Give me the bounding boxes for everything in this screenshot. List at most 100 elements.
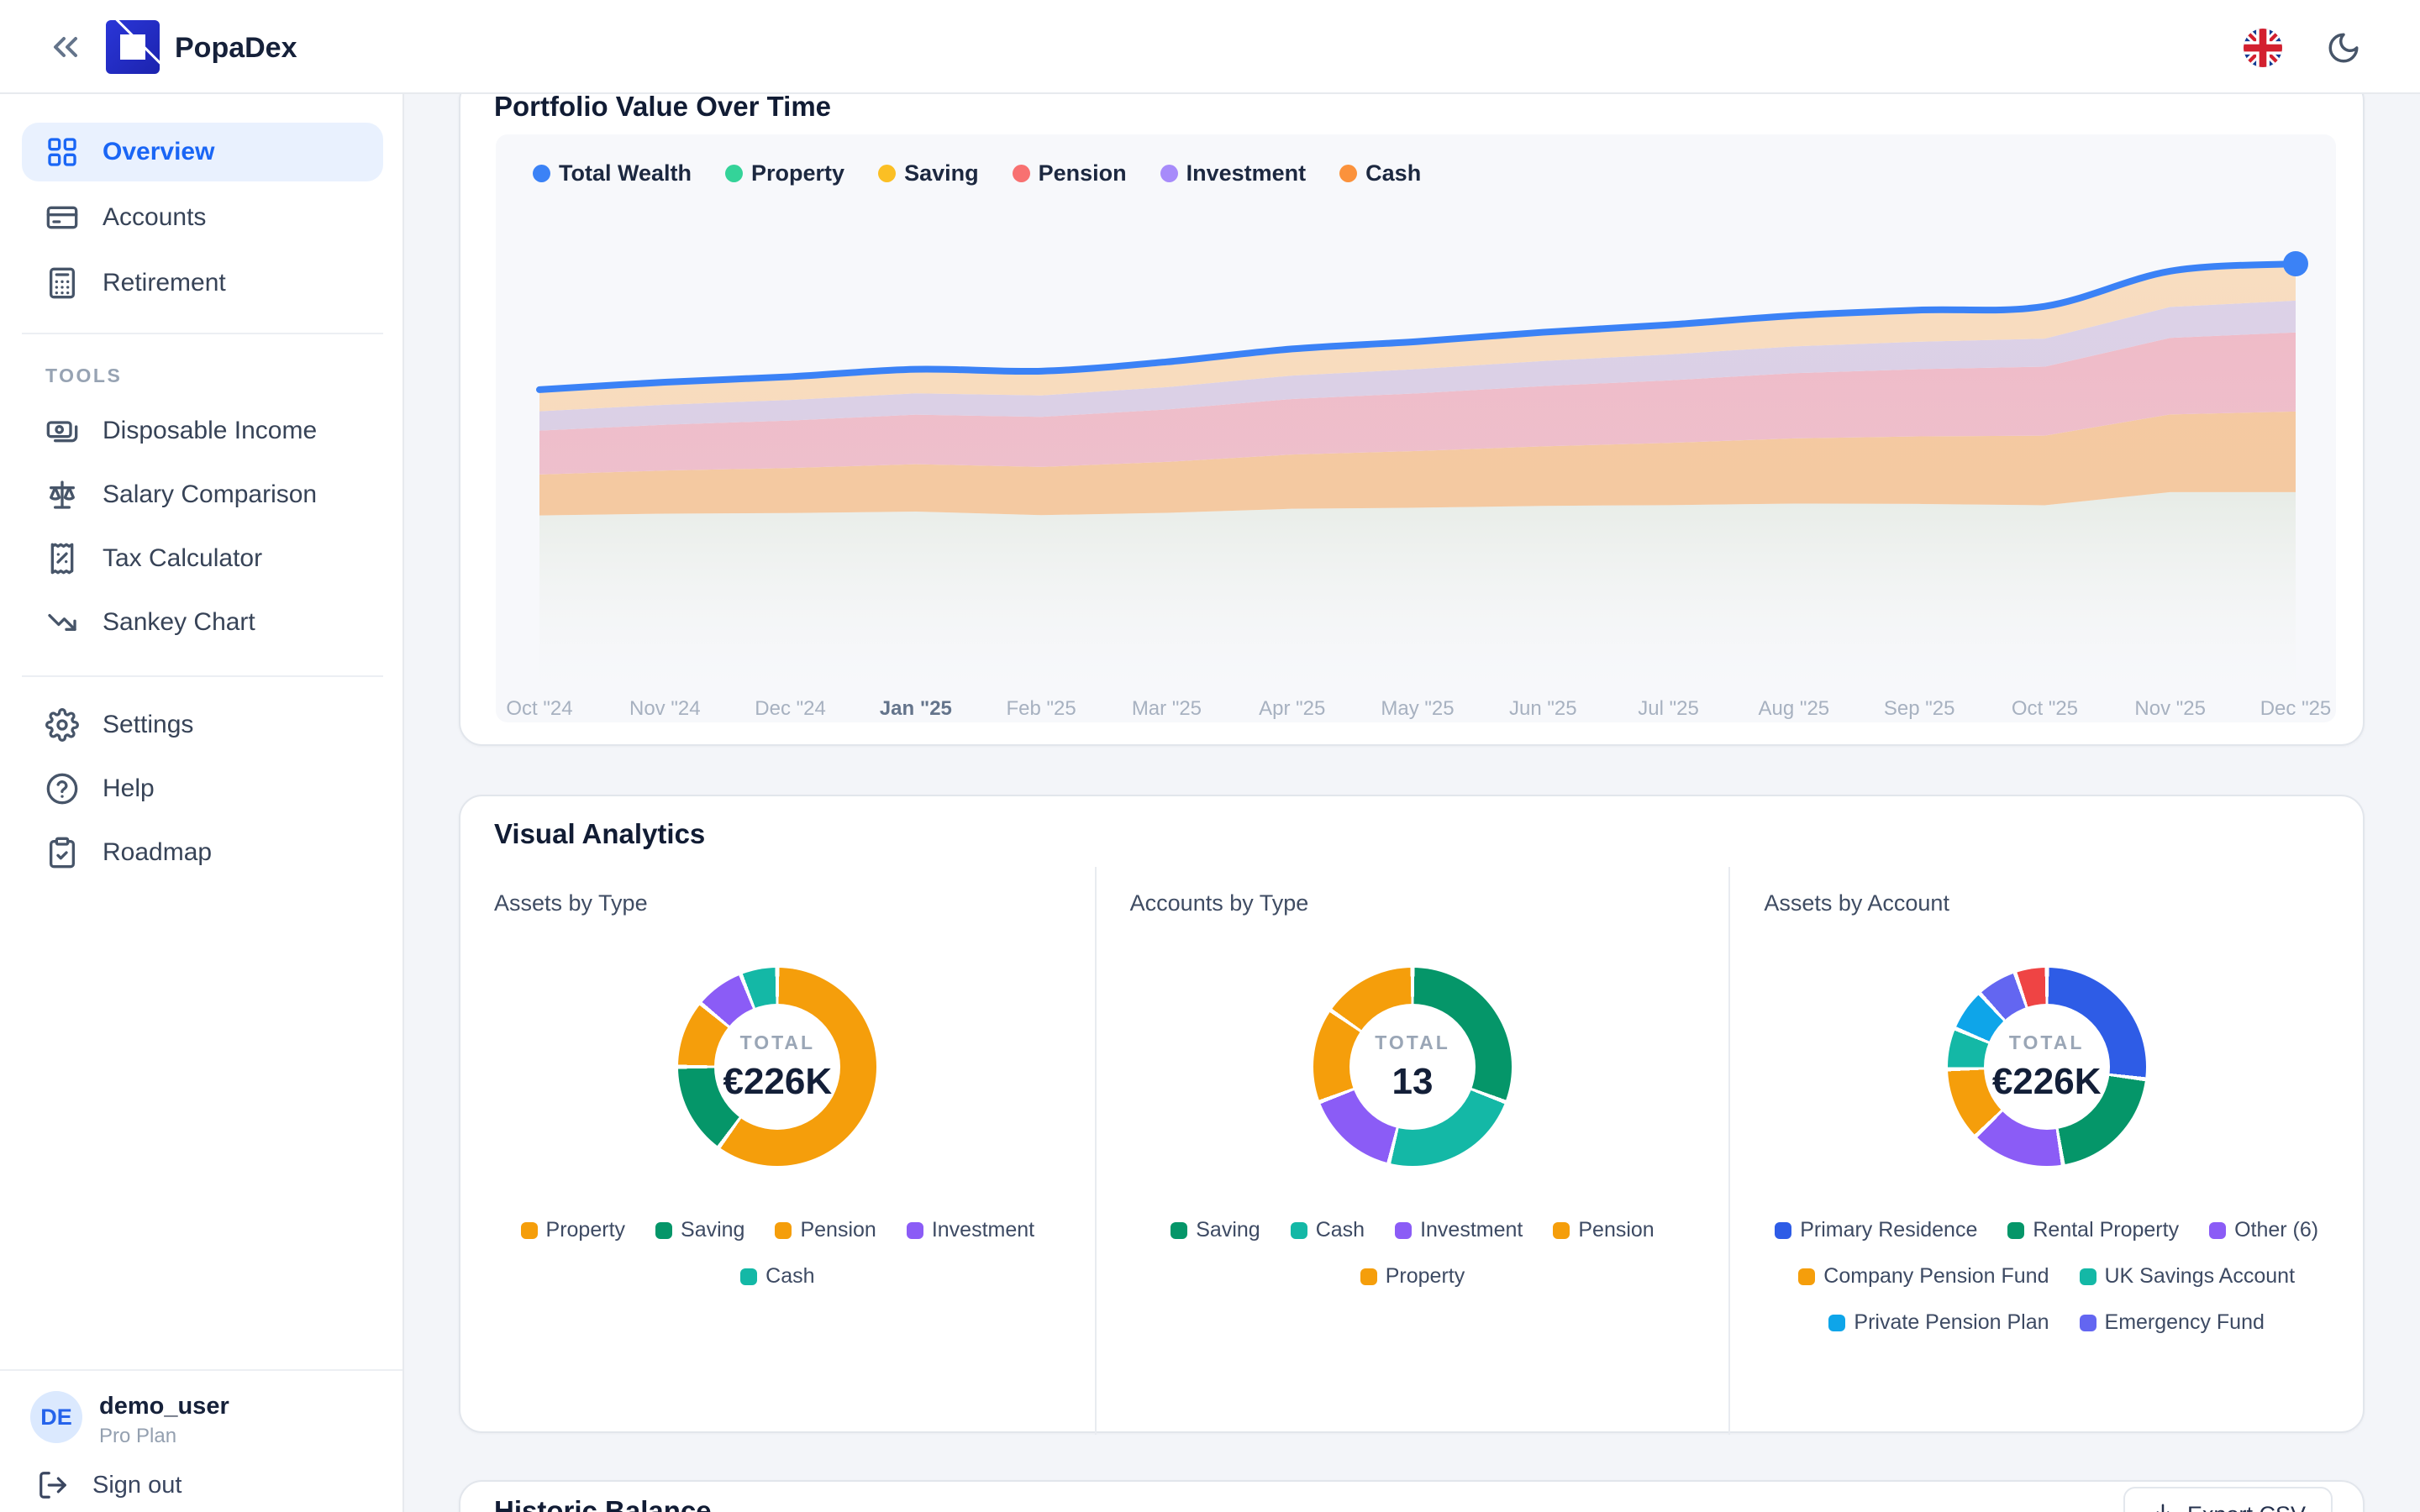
donut-center: TOTAL€226K	[714, 1004, 840, 1130]
legend-item-uk-savings-account[interactable]: UK Savings Account	[2080, 1264, 2296, 1289]
analytics-column-assets-by-account: Assets by Account TOTAL€226K Primary Resid…	[1728, 867, 2363, 1435]
clipboard-check-icon	[45, 836, 79, 869]
sidebar-item-label: Overview	[103, 138, 214, 166]
sidebar-item-label: Sankey Chart	[103, 608, 255, 637]
legend-chip-icon	[1828, 1315, 1845, 1331]
area-band-property	[539, 492, 2296, 682]
legend-chip-icon	[1775, 1222, 1791, 1239]
legend-chip-icon	[775, 1222, 792, 1239]
language-selector-button[interactable]	[2244, 29, 2282, 67]
legend-chip-icon	[1395, 1222, 1412, 1239]
user-plan-badge: Pro Plan	[99, 1425, 176, 1448]
legend-item-saving[interactable]: Saving	[655, 1218, 744, 1242]
chart-title: Accounts by Type	[1130, 890, 1309, 916]
donut-center: TOTAL13	[1349, 1004, 1476, 1130]
sign-out-button[interactable]: Sign out	[37, 1465, 182, 1505]
legend-item-rental-property[interactable]: Rental Property	[2007, 1218, 2179, 1242]
donut-total-label: TOTAL	[2009, 1032, 2085, 1054]
accounts-by-type-donut-chart: TOTAL13	[1313, 968, 1512, 1166]
download-icon	[2150, 1502, 2175, 1512]
sidebar-item-label: Accounts	[103, 203, 206, 232]
legend-label: Primary Residence	[1800, 1218, 1977, 1242]
sidebar-item-label: Tax Calculator	[103, 544, 262, 573]
portfolio-chart-panel: Total WealthPropertySavingPensionInvestm…	[496, 134, 2336, 722]
sidebar-item-roadmap[interactable]: Roadmap	[22, 823, 383, 882]
legend-item-property[interactable]: Property	[1360, 1264, 1465, 1289]
user-block: DE demo_user Pro Plan Sign out	[0, 1369, 402, 1512]
uk-flag-icon	[2244, 29, 2282, 67]
legend-item-emergency-fund[interactable]: Emergency Fund	[2080, 1310, 2265, 1335]
legend-label: Pension	[800, 1218, 876, 1242]
visual-analytics-card: Visual Analytics Assets by TypeTOTAL€226…	[459, 795, 2365, 1433]
legend-item-investment[interactable]: Investment	[907, 1218, 1034, 1242]
legend-item-cash[interactable]: Cash	[740, 1264, 814, 1289]
sign-out-label: Sign out	[92, 1472, 182, 1499]
legend-label: Company Pension Fund	[1823, 1264, 2049, 1289]
legend-item-company-pension-fund[interactable]: Company Pension Fund	[1798, 1264, 2049, 1289]
legend-item-saving[interactable]: Saving	[1171, 1218, 1260, 1242]
legend-label: Investment	[1420, 1218, 1523, 1242]
sidebar-item-disposable-income[interactable]: Disposable Income	[22, 402, 383, 460]
help-circle-icon	[45, 772, 79, 806]
sidebar-item-label: Roadmap	[103, 838, 212, 867]
donut-legend: Primary Residence Rental Property Other (6…	[1753, 1218, 2341, 1335]
scale-icon	[45, 478, 79, 512]
avatar[interactable]: DE	[30, 1391, 82, 1443]
wallet-icon	[45, 414, 79, 448]
sidebar-item-help[interactable]: Help	[22, 759, 383, 818]
export-csv-button[interactable]: Export CSV	[2123, 1487, 2333, 1512]
legend-chip-icon	[2007, 1222, 2024, 1239]
sidebar-item-salary-comparison[interactable]: Salary Comparison	[22, 465, 383, 524]
legend-label: Other (6)	[2234, 1218, 2318, 1242]
legend-item-investment[interactable]: Investment	[1395, 1218, 1523, 1242]
assets-by-type-donut-chart: TOTAL€226K	[678, 968, 876, 1166]
legend-item-primary-residence[interactable]: Primary Residence	[1775, 1218, 1977, 1242]
credit-card-icon	[45, 201, 79, 234]
x-axis-tick: Jan "25	[880, 697, 952, 721]
calculator-icon	[45, 266, 79, 300]
historic-balance-title: Historic Balance	[494, 1495, 712, 1512]
x-axis-tick: Dec "24	[755, 697, 826, 721]
legend-chip-icon	[1360, 1268, 1377, 1285]
sidebar-item-accounts[interactable]: Accounts	[22, 188, 383, 247]
x-axis-tick: Apr "25	[1259, 697, 1325, 721]
sidebar-item-retirement[interactable]: Retirement	[22, 254, 383, 312]
theme-toggle-button[interactable]	[2326, 30, 2361, 66]
app-header: PopaDex	[0, 0, 2420, 94]
chevrons-left-icon	[44, 27, 87, 67]
analytics-column-accounts-by-type: Accounts by Type TOTAL13 Saving Cash Investm…	[1095, 867, 1729, 1435]
x-axis-tick: Nov "24	[629, 697, 701, 721]
moon-icon	[2326, 30, 2361, 66]
legend-item-cash[interactable]: Cash	[1291, 1218, 1365, 1242]
legend-label: Emergency Fund	[2105, 1310, 2265, 1335]
portfolio-card: Portfolio Value Over Time Total WealthPr…	[459, 94, 2365, 746]
legend-item-private-pension-plan[interactable]: Private Pension Plan	[1828, 1310, 2049, 1335]
donut-legend: Saving Cash Investment Pension Property	[1135, 1218, 1690, 1289]
x-axis-tick: Feb "25	[1007, 697, 1076, 721]
sidebar-divider	[22, 675, 383, 677]
sidebar-item-tax-calculator[interactable]: Tax Calculator	[22, 529, 383, 588]
sidebar-item-label: Retirement	[103, 269, 226, 297]
sidebar-item-sankey-chart[interactable]: Sankey Chart	[22, 593, 383, 652]
legend-item-pension[interactable]: Pension	[1553, 1218, 1654, 1242]
sidebar-collapse-button[interactable]	[44, 27, 87, 67]
sidebar-item-settings[interactable]: Settings	[22, 696, 383, 754]
x-axis-tick: Oct "25	[2012, 697, 2078, 721]
x-axis-tick: Oct "24	[506, 697, 572, 721]
legend-item-pension[interactable]: Pension	[775, 1218, 876, 1242]
grid-icon	[45, 135, 79, 169]
legend-chip-icon	[521, 1222, 538, 1239]
user-name: demo_user	[99, 1393, 229, 1420]
legend-item-property[interactable]: Property	[521, 1218, 625, 1242]
x-axis-tick: Sep "25	[1884, 697, 1955, 721]
legend-item-other-6-[interactable]: Other (6)	[2209, 1218, 2318, 1242]
sidebar-item-overview[interactable]: Overview	[22, 123, 383, 181]
portfolio-title: Portfolio Value Over Time	[494, 94, 831, 123]
x-axis-tick: Nov "25	[2134, 697, 2206, 721]
trend-down-icon	[45, 606, 79, 639]
assets-by-account-donut-chart: TOTAL€226K	[1948, 968, 2146, 1166]
chart-title: Assets by Account	[1764, 890, 1949, 916]
donut-center: TOTAL€226K	[1984, 1004, 2110, 1130]
legend-label: Rental Property	[2033, 1218, 2179, 1242]
legend-label: Saving	[1196, 1218, 1260, 1242]
